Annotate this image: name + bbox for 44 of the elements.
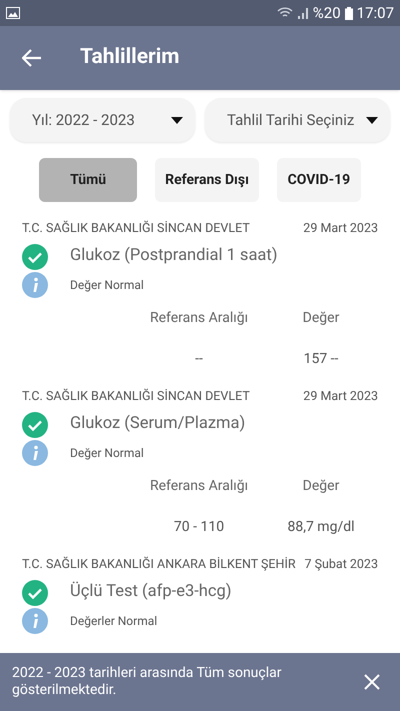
battery-icon bbox=[344, 6, 353, 20]
column-header: Referans Aralığı bbox=[148, 476, 250, 496]
filter-tab[interactable]: Tümü bbox=[39, 158, 138, 202]
back-arrow-icon bbox=[22, 49, 42, 67]
check-circle-icon bbox=[22, 412, 48, 438]
close-icon bbox=[364, 674, 380, 690]
filter-tab[interactable]: COVID-19 bbox=[276, 158, 361, 202]
check-circle-icon bbox=[22, 580, 48, 606]
image-icon bbox=[6, 7, 20, 19]
dropdown[interactable]: Tahlil Tarihi Seçiniz bbox=[205, 98, 390, 142]
result-value: 88,7 mg/dl bbox=[286, 518, 356, 537]
result-date: 7 Şubat 2023 bbox=[304, 556, 378, 574]
battery-percent: %20 bbox=[312, 2, 341, 24]
info-icon bbox=[22, 440, 48, 466]
test-name: Üçlü Test (afp-e3-hcg) bbox=[70, 580, 232, 604]
test-name: Glukoz (Postprandial 1 saat) bbox=[70, 245, 278, 268]
hospital-name: T.C. SAĞLIK BAKANLIĞI SİNCAN DEVLET bbox=[22, 388, 250, 406]
back-button[interactable] bbox=[22, 47, 44, 69]
hospital-name: T.C. SAĞLIK BAKANLIĞI ANKARA BİLKENT ŞEHİR bbox=[22, 556, 296, 574]
dropdown-caret-icon bbox=[171, 116, 183, 124]
info-icon bbox=[22, 272, 48, 298]
result-value: 157 -- bbox=[302, 350, 340, 369]
result-date: 29 Mart 2023 bbox=[303, 388, 378, 406]
check-circle-icon bbox=[22, 244, 48, 270]
result-status: Değer Normal bbox=[70, 276, 144, 294]
filter-tab[interactable]: Referans Dışı bbox=[155, 158, 259, 202]
result-value: -- bbox=[194, 350, 204, 369]
result-status: Değerler Normal bbox=[70, 612, 158, 630]
test-name: Glukoz (Serum/Plazma) bbox=[70, 413, 246, 436]
column-header: Değer bbox=[302, 476, 340, 496]
hospital-name: T.C. SAĞLIK BAKANLIĞI SİNCAN DEVLET bbox=[22, 220, 250, 238]
page-title: Tahlillerim bbox=[80, 44, 180, 72]
result-value: 70 - 110 bbox=[172, 518, 226, 537]
info-icon bbox=[22, 608, 48, 634]
dropdown-caret-icon bbox=[366, 116, 378, 124]
column-header: Referans Aralığı bbox=[148, 308, 250, 328]
wifi-icon bbox=[276, 7, 293, 19]
result-status: Değer Normal bbox=[70, 444, 144, 462]
snackbar-message: 2022 - 2023 tarihleri arasında Tüm sonuçlar gösterilmektedir. bbox=[12, 665, 282, 699]
clock: 17:07 bbox=[356, 2, 394, 24]
dropdown[interactable]: Yıl: 2022 - 2023 bbox=[10, 98, 195, 142]
column-header: Değer bbox=[302, 308, 340, 328]
signal-icon bbox=[296, 7, 309, 19]
result-date: 29 Mart 2023 bbox=[303, 220, 378, 238]
